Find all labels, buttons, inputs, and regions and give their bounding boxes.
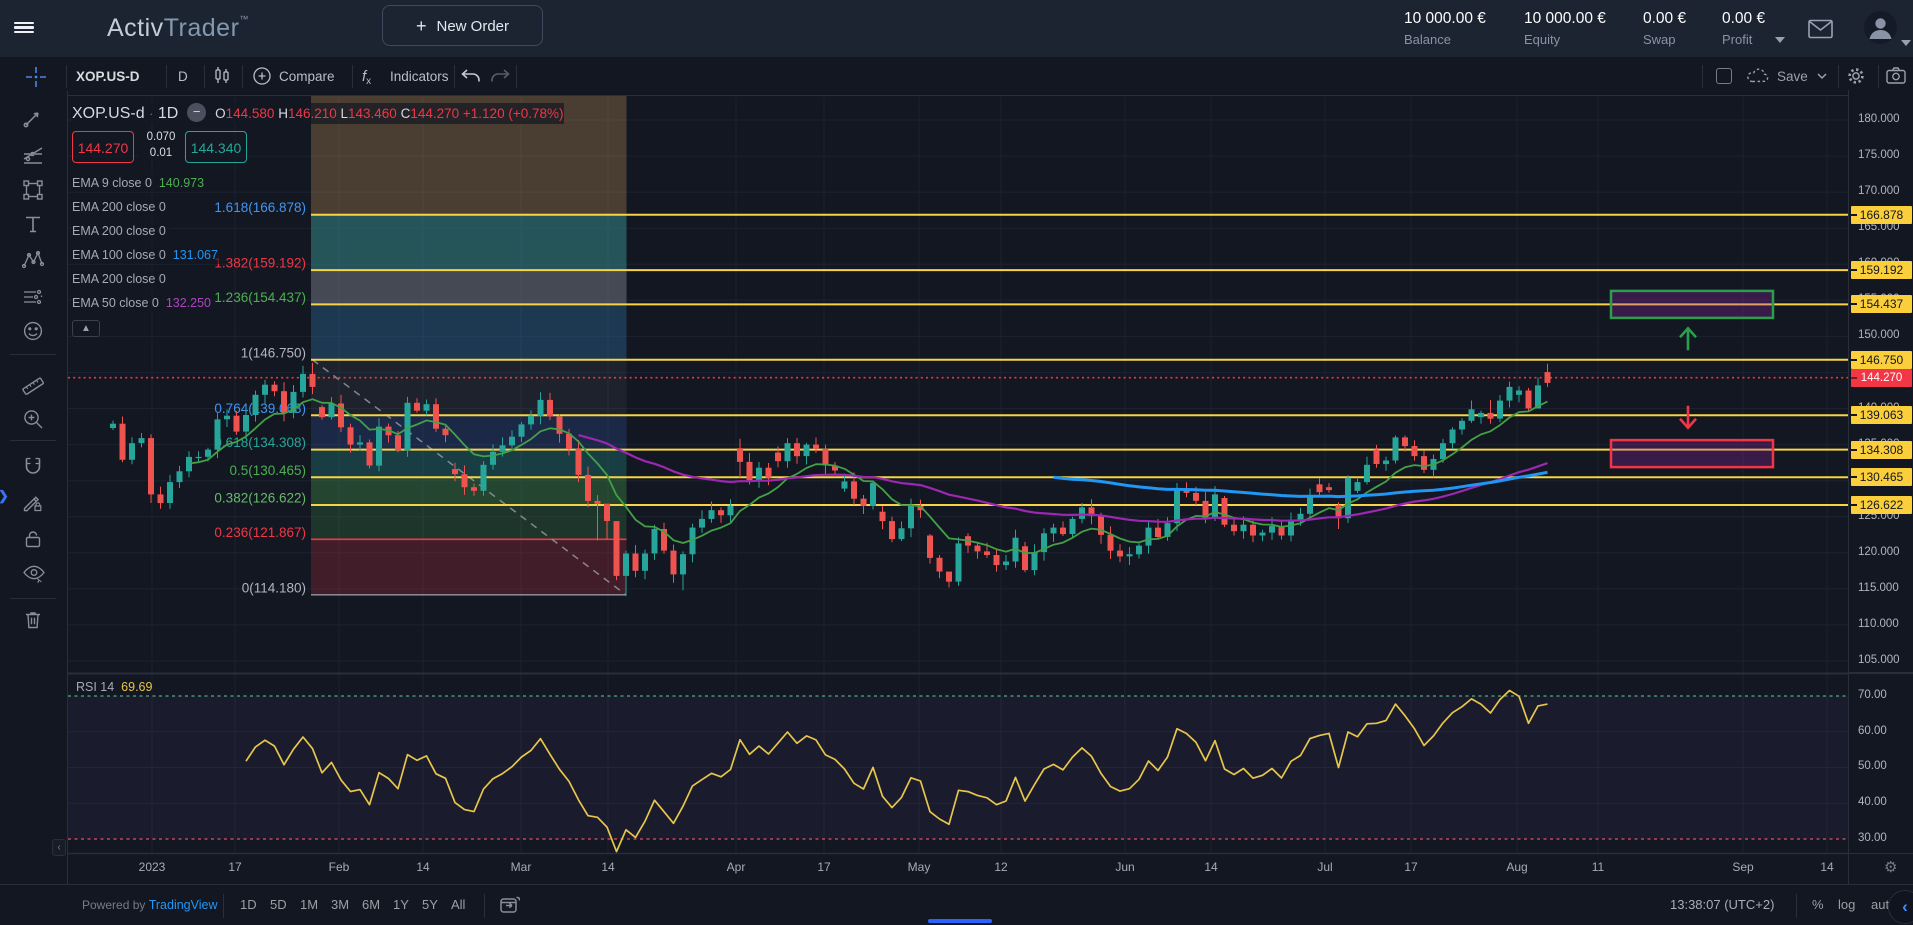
svg-text:Mar: Mar: [511, 860, 532, 874]
svg-text:0.5(130.465): 0.5(130.465): [229, 463, 306, 478]
svg-text:Jun: Jun: [1115, 860, 1134, 874]
svg-text:1.236(154.437): 1.236(154.437): [214, 290, 306, 305]
svg-text:0.236(121.867): 0.236(121.867): [214, 525, 306, 540]
svg-text:Feb: Feb: [329, 860, 350, 874]
svg-text:11: 11: [1592, 860, 1605, 874]
svg-text:2023: 2023: [139, 860, 166, 874]
svg-text:14: 14: [601, 860, 615, 874]
svg-text:0.382(126.622): 0.382(126.622): [214, 491, 306, 506]
svg-text:14: 14: [416, 860, 430, 874]
svg-text:1(146.750): 1(146.750): [241, 345, 306, 360]
svg-text:17: 17: [817, 860, 831, 874]
svg-text:14: 14: [1820, 860, 1834, 874]
svg-text:Sep: Sep: [1732, 860, 1754, 874]
svg-text:Jul: Jul: [1317, 860, 1332, 874]
svg-text:Aug: Aug: [1506, 860, 1527, 874]
svg-text:1.382(159.192): 1.382(159.192): [214, 256, 306, 271]
svg-text:0.618(134.308): 0.618(134.308): [214, 435, 306, 450]
svg-text:12: 12: [994, 860, 1008, 874]
svg-text:0(114.180): 0(114.180): [242, 580, 306, 595]
svg-text:1.618(166.878): 1.618(166.878): [214, 200, 306, 215]
svg-text:17: 17: [228, 860, 242, 874]
svg-text:Apr: Apr: [727, 860, 746, 874]
svg-text:17: 17: [1404, 860, 1418, 874]
svg-text:14: 14: [1204, 860, 1218, 874]
svg-text:May: May: [908, 860, 931, 874]
